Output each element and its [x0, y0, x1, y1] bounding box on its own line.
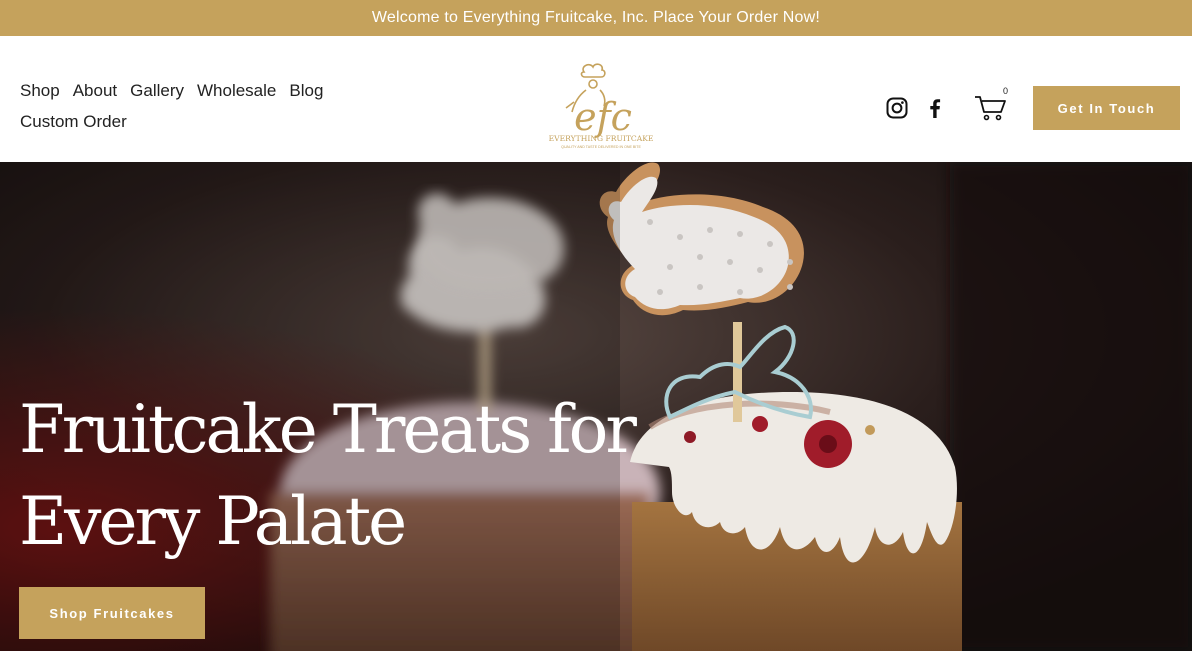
nav-item-shop[interactable]: Shop	[20, 80, 60, 102]
get-in-touch-button[interactable]: Get In Touch	[1033, 86, 1180, 130]
site-logo[interactable]: efc EVERYTHING FRUITCAKE QUALITY AND TAS…	[540, 60, 662, 160]
cart-icon[interactable]	[974, 94, 1008, 122]
nav-item-about[interactable]: About	[73, 80, 117, 102]
hero-title-line1: Fruitcake Treats for	[19, 391, 637, 468]
shop-fruitcakes-button[interactable]: Shop Fruitcakes	[19, 587, 205, 639]
hero-section: Fruitcake Treats for Every Palate Shop F…	[0, 162, 1192, 651]
logo-tagline: QUALITY AND TASTE DELIVERED IN ONE BITE	[561, 145, 641, 149]
announcement-text[interactable]: Welcome to Everything Fruitcake, Inc. Pl…	[372, 9, 820, 27]
nav-item-gallery[interactable]: Gallery	[130, 80, 184, 102]
site-header: Shop About Gallery Wholesale Blog Custom…	[0, 36, 1192, 162]
nav-item-blog[interactable]: Blog	[289, 80, 323, 102]
cart-count: 0	[1003, 86, 1009, 96]
nav-item-custom-order[interactable]: Custom Order	[20, 111, 127, 133]
hero-title-line2: Every Palate	[19, 483, 407, 560]
logo-wordmark: EVERYTHING FRUITCAKE	[549, 134, 654, 143]
announcement-bar: Welcome to Everything Fruitcake, Inc. Pl…	[0, 0, 1192, 36]
instagram-icon[interactable]	[885, 96, 909, 120]
hero-title: Fruitcake Treats for Every Palate	[19, 384, 659, 568]
nav-item-wholesale[interactable]: Wholesale	[197, 80, 276, 102]
main-nav: Shop About Gallery Wholesale Blog Custom…	[20, 80, 360, 133]
facebook-icon[interactable]	[923, 96, 947, 120]
logo-monogram: efc	[574, 95, 632, 139]
